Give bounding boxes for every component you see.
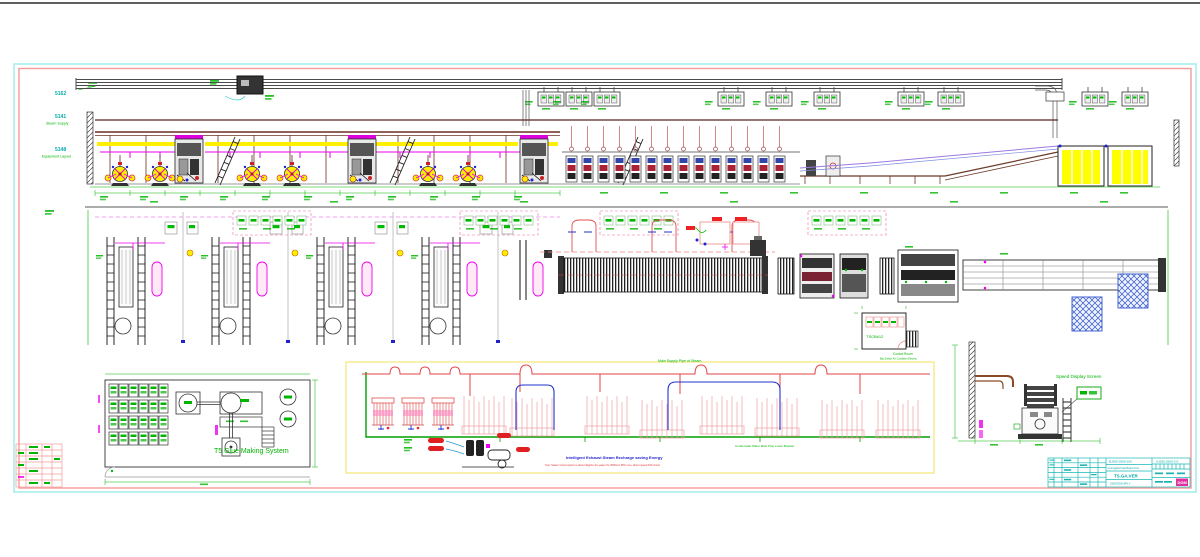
wall-column-left bbox=[87, 112, 93, 184]
svg-text:DGM: DGM bbox=[1178, 480, 1188, 485]
cad-canvas: 5162 5141 Steam Supply 5148 Equipment La… bbox=[0, 0, 1200, 557]
company-logo: DGM bbox=[1176, 479, 1188, 487]
control-room-code: TSCB#12 bbox=[866, 334, 884, 339]
title-block-footer: 2500/250-5PLY bbox=[1110, 482, 1131, 486]
glue-system-title: T5 Glue Making System bbox=[214, 448, 289, 455]
screenshot-root: 5162 5141 Steam Supply 5148 Equipment La… bbox=[0, 0, 1200, 557]
margin-code-1: 5162 bbox=[55, 91, 66, 97]
control-room-label: Control Room bbox=[893, 352, 913, 356]
steam-schematic-title: Main Supply Pipe of Steam bbox=[658, 359, 701, 363]
converting-blocks bbox=[778, 246, 958, 302]
margin-label-2: Steam Supply bbox=[46, 122, 69, 126]
steam-blue-note: Intelligent Exhaust Steam Recharge savin… bbox=[566, 455, 663, 460]
margin-label-3: Equipment Layout bbox=[42, 155, 71, 159]
margin-code-2: 5141 bbox=[55, 114, 66, 120]
title-block-product: Corrugated Cardboard Line bbox=[1108, 466, 1140, 470]
title-block-code: TS.GA.VER bbox=[1114, 473, 1138, 478]
control-room-sublabel: Big Switch Air Condition Electric bbox=[880, 357, 917, 361]
speed-display-title: Speed Display Screen bbox=[1056, 374, 1102, 379]
margin-code-3: 5148 bbox=[55, 147, 66, 153]
double-backer-band bbox=[558, 256, 768, 294]
steam-green-note: Condensate Water Main Pipe Lower Bracket bbox=[735, 444, 794, 448]
steam-red-note: Tips: Steam Consumption is about 4kg/ton… bbox=[545, 463, 661, 467]
title-block-model: BJ250-2500-150 bbox=[1109, 460, 1132, 464]
title-block-docno: AJ250-2500-2-0 bbox=[1156, 460, 1178, 464]
